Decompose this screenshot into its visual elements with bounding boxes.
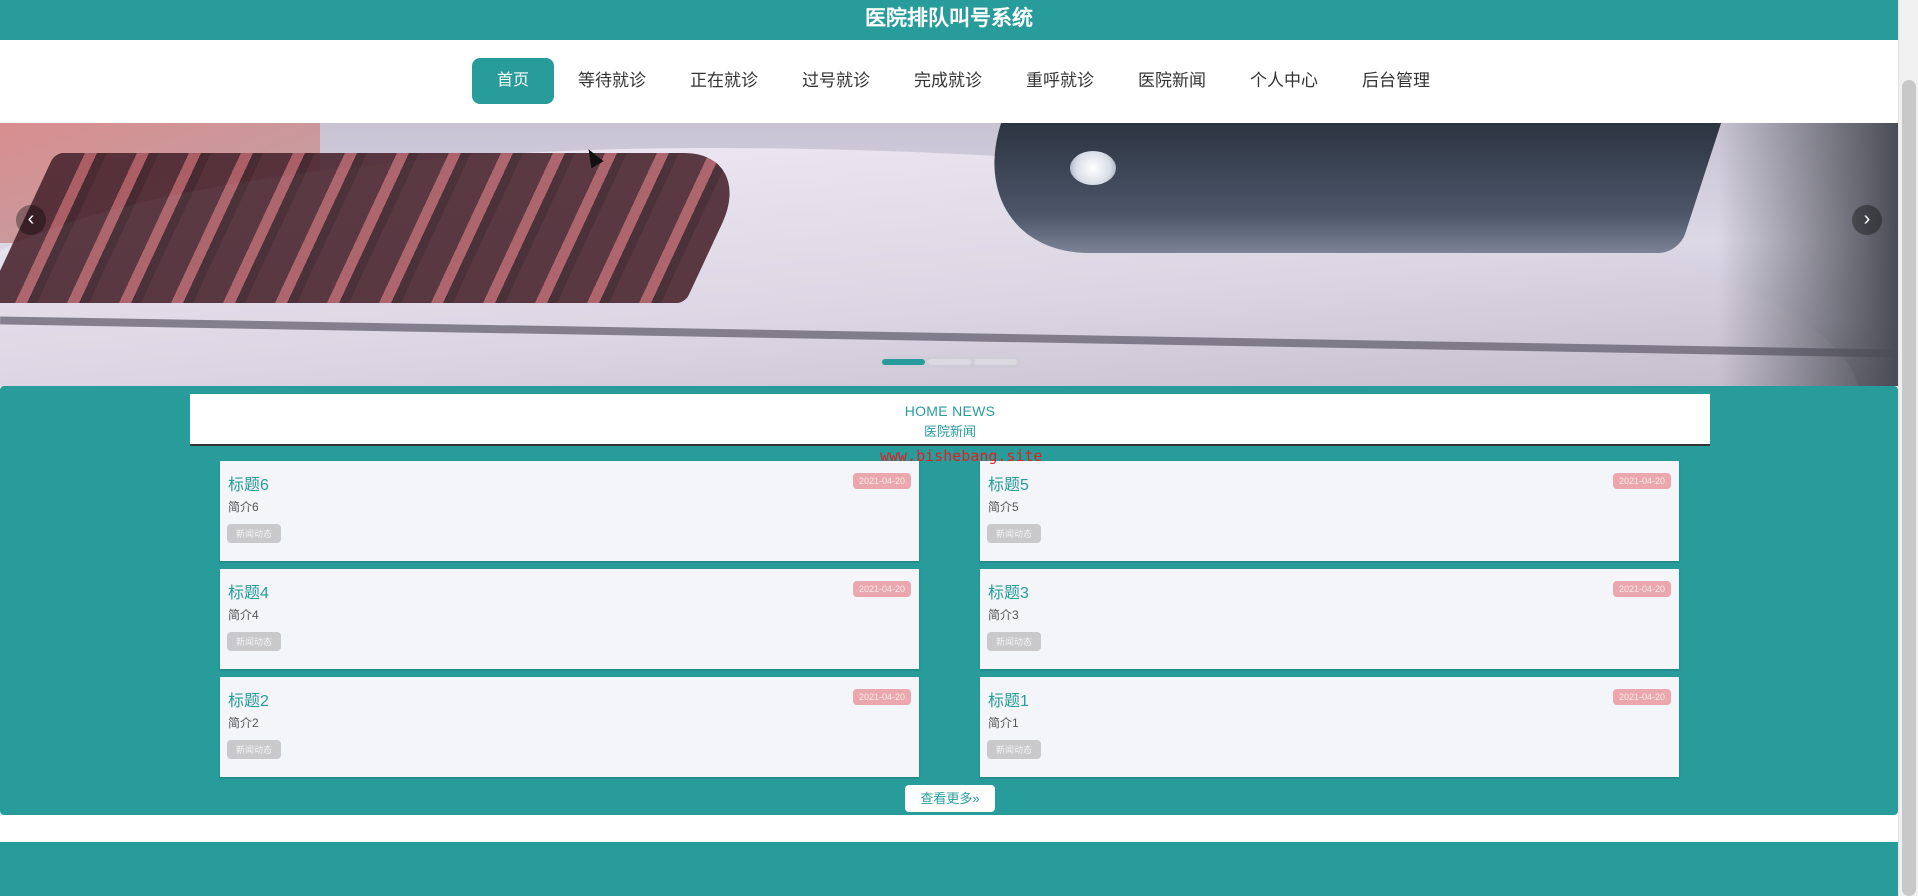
- top-header-bar: 医院排队叫号系统: [0, 0, 1898, 40]
- news-card-title[interactable]: 标题4: [228, 579, 269, 603]
- news-card-title[interactable]: 标题5: [988, 471, 1029, 495]
- banner-image-train-headlight: [1070, 151, 1116, 185]
- news-card-intro: 简介2: [228, 716, 259, 730]
- watermark: www.bishebang.site: [880, 447, 1043, 465]
- news-card-date: 2021-04-20: [852, 473, 911, 489]
- nav-item-hospital-news[interactable]: 医院新闻: [1118, 58, 1226, 104]
- site-title: 医院排队叫号系统: [865, 7, 1033, 30]
- nav-item-completed[interactable]: 完成就诊: [894, 58, 1002, 104]
- news-card-date: 2021-04-20: [1612, 473, 1671, 489]
- carousel-next-button[interactable]: ›: [1852, 205, 1882, 235]
- news-card[interactable]: 标题5 简介5 新闻动态 2021-04-20: [980, 461, 1679, 561]
- news-card-tag: 新闻动态: [987, 632, 1042, 651]
- news-card-title[interactable]: 标题1: [988, 687, 1029, 711]
- carousel-indicator-3[interactable]: [974, 359, 1017, 365]
- news-card-title[interactable]: 标题6: [228, 471, 269, 495]
- news-card-date: 2021-04-20: [1612, 581, 1671, 597]
- news-card-date: 2021-04-20: [852, 581, 911, 597]
- nav-item-recall[interactable]: 重呼就诊: [1006, 58, 1114, 104]
- carousel-prev-button[interactable]: ‹: [16, 205, 46, 235]
- news-card-tag: 新闻动态: [227, 632, 282, 651]
- chevron-left-icon: ‹: [27, 208, 35, 230]
- banner-image-train-windshield: [958, 123, 1722, 253]
- chevron-right-icon: ›: [1863, 208, 1871, 230]
- news-title-en: HOME NEWS: [904, 403, 996, 419]
- banner-image-train-windows: [0, 153, 755, 303]
- news-card-intro: 简介3: [988, 608, 1019, 622]
- news-card[interactable]: 标题4 简介4 新闻动态 2021-04-20: [220, 569, 919, 669]
- nav-item-admin[interactable]: 后台管理: [1342, 58, 1450, 104]
- main-nav: 首页 等待就诊 正在就诊 过号就诊 完成就诊 重呼就诊 医院新闻 个人中心 后台…: [0, 40, 1898, 123]
- view-more-button[interactable]: 查看更多»: [905, 785, 995, 812]
- news-card-intro: 简介1: [988, 716, 1019, 730]
- nav-item-waiting[interactable]: 等待就诊: [558, 58, 666, 104]
- nav-item-in-progress[interactable]: 正在就诊: [670, 58, 778, 104]
- footer: [0, 842, 1898, 896]
- news-card-date: 2021-04-20: [852, 689, 911, 705]
- nav-item-personal-center[interactable]: 个人中心: [1230, 58, 1338, 104]
- page-scrollbar[interactable]: [1898, 0, 1918, 896]
- news-card-title[interactable]: 标题2: [228, 687, 269, 711]
- news-card-intro: 简介4: [228, 608, 259, 622]
- news-card[interactable]: 标题3 简介3 新闻动态 2021-04-20: [980, 569, 1679, 669]
- news-card-tag: 新闻动态: [227, 524, 282, 543]
- news-title-cn: 医院新闻: [923, 424, 976, 439]
- news-card[interactable]: 标题6 简介6 新闻动态 2021-04-20: [220, 461, 919, 561]
- nav-item-missed[interactable]: 过号就诊: [782, 58, 890, 104]
- news-card-title[interactable]: 标题3: [988, 579, 1029, 603]
- carousel-indicator-2[interactable]: [928, 359, 971, 365]
- news-card-date: 2021-04-20: [1612, 689, 1671, 705]
- news-card[interactable]: 标题1 简介1 新闻动态 2021-04-20: [980, 677, 1679, 777]
- banner-carousel[interactable]: ‹ ›: [0, 123, 1898, 386]
- news-card-tag: 新闻动态: [227, 740, 282, 759]
- carousel-indicator-1[interactable]: [882, 359, 925, 365]
- scrollbar-thumb[interactable]: [1902, 80, 1916, 896]
- news-card-intro: 简介5: [988, 500, 1019, 514]
- news-card-tag: 新闻动态: [987, 524, 1042, 543]
- carousel-indicators: [880, 356, 1022, 368]
- nav-list: 首页 等待就诊 正在就诊 过号就诊 完成就诊 重呼就诊 医院新闻 个人中心 后台…: [472, 58, 1454, 104]
- nav-item-home[interactable]: 首页: [472, 58, 555, 104]
- news-card[interactable]: 标题2 简介2 新闻动态 2021-04-20: [220, 677, 919, 777]
- news-section-header: HOME NEWS 医院新闻: [190, 394, 1710, 446]
- news-card-intro: 简介6: [228, 500, 259, 514]
- news-card-tag: 新闻动态: [987, 740, 1042, 759]
- banner-image-shadow: [1718, 123, 1898, 386]
